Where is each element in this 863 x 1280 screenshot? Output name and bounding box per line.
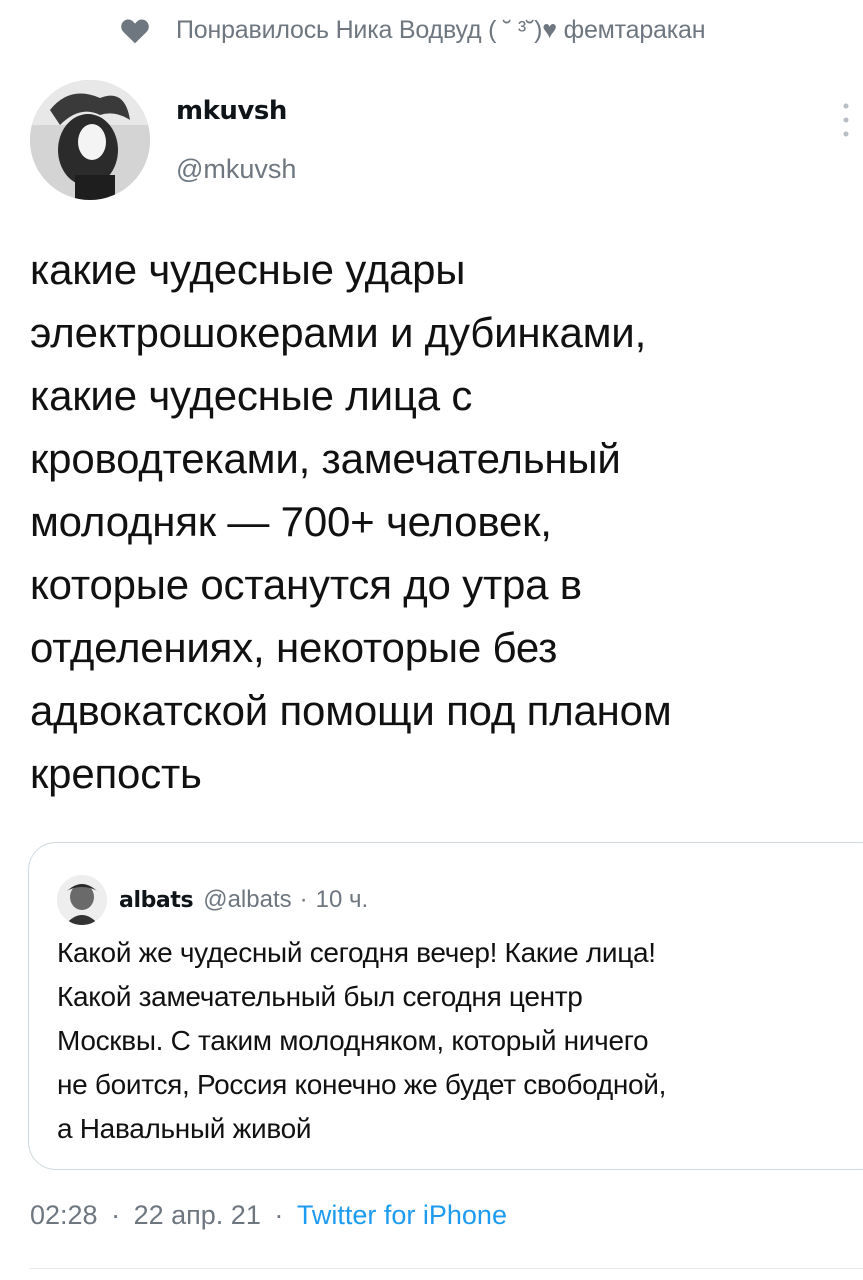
tweet-meta: 02:28 · 22 апр. 21 · Twitter for iPhone [30, 1200, 507, 1231]
author-display-name[interactable]: mkuvsh [176, 96, 287, 126]
meta-separator: · [111, 1200, 121, 1230]
quoted-text-line: а Навальный живой [57, 1113, 312, 1144]
meta-separator: · [274, 1200, 284, 1230]
quoted-author-handle: @albats [203, 886, 292, 913]
divider [30, 1268, 863, 1269]
heart-icon [121, 18, 149, 43]
tweet-text-line: крепость [30, 750, 202, 797]
tweet-text-line: какие чудесные удары [30, 246, 466, 293]
author-avatar-image [30, 80, 150, 200]
quoted-tweet-card[interactable]: albats @albats · 10 ч. Какой же чудесный… [28, 842, 863, 1170]
quoted-tweet-header: albats @albats · 10 ч. [57, 875, 368, 925]
tweet-text-line: кроводтеками, замечательный [30, 435, 621, 482]
tweet-header: mkuvsh @mkuvsh [30, 80, 860, 205]
quoted-author-avatar [57, 875, 107, 925]
social-context[interactable]: Понравилось Ника Водвуд ( ˘ ³˘)♥ фемтара… [120, 16, 706, 45]
tweet-text-line: отделениях, некоторые без [30, 624, 558, 671]
quoted-tweet-time: 10 ч. [315, 886, 369, 913]
social-context-text: Понравилось Ника Водвуд ( ˘ ³˘)♥ фемтара… [176, 16, 706, 44]
tweet-text-line: адвокатской помощи под планом [30, 687, 672, 734]
tweet-text-line: электрошокерами и дубинками, [30, 309, 647, 356]
author-handle[interactable]: @mkuvsh [176, 154, 296, 185]
quoted-text-line: не боится, Россия конечно же будет свобо… [57, 1069, 667, 1100]
tweet-timestamp[interactable]: 02:28 [30, 1200, 98, 1230]
tweet-text-line: молодняк — 700+ человек, [30, 498, 552, 545]
tweet-text-line: которые останутся до утра в [30, 561, 582, 608]
quoted-author-avatar-image [57, 875, 107, 925]
quoted-text-line: Какой же чудесный сегодня вечер! Какие л… [57, 937, 656, 968]
tweet-text-line: какие чудесные лица с [30, 372, 473, 419]
author-avatar[interactable] [30, 80, 150, 200]
quoted-author-name: albats [119, 887, 194, 913]
quoted-text-line: Какой замечательный был сегодня центр [57, 981, 583, 1012]
tweet-date[interactable]: 22 апр. 21 [134, 1200, 261, 1230]
quoted-text-line: Москвы. С таким молодняком, который ниче… [57, 1025, 649, 1056]
tweet-source-link[interactable]: Twitter for iPhone [297, 1200, 507, 1230]
more-options-icon[interactable] [840, 100, 852, 140]
tweet-text: какие чудесные удары электрошокерами и д… [30, 238, 850, 805]
quoted-tweet-text: Какой же чудесный сегодня вечер! Какие л… [57, 931, 857, 1151]
quoted-meta-separator: · [299, 886, 308, 913]
